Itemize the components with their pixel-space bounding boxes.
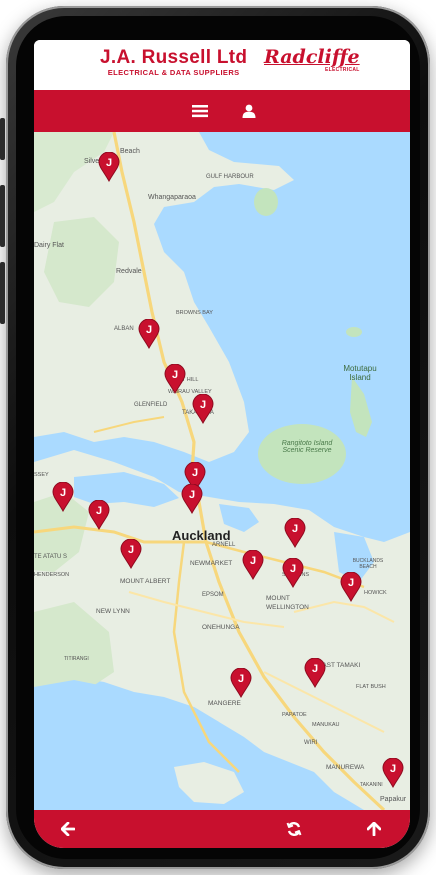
store-location-pin[interactable]: J <box>242 549 264 581</box>
map-label: NEWMARKET <box>190 560 233 567</box>
phone-side-button <box>0 118 5 160</box>
map-label: GLENFIELD <box>134 402 168 408</box>
svg-text:J: J <box>189 489 195 501</box>
map-label: WIRI <box>304 740 318 746</box>
hamburger-menu-icon[interactable] <box>188 99 212 123</box>
map-label: Motutapu Island <box>343 364 377 382</box>
svg-text:J: J <box>128 544 134 556</box>
map-label: MOUNT ALBERT <box>120 578 171 585</box>
store-location-pin[interactable]: J <box>88 499 110 531</box>
svg-text:J: J <box>292 523 298 535</box>
store-location-pin[interactable]: J <box>230 667 252 699</box>
svg-text:J: J <box>192 467 198 479</box>
svg-text:J: J <box>290 563 296 575</box>
map-label: PAPATOE <box>282 712 307 718</box>
ja-russell-logo: J.A. Russell Ltd ELECTRICAL & DATA SUPPL… <box>100 47 248 78</box>
map-label: TITIRANGI <box>64 656 89 662</box>
map-label: Rangitoto Island Scenic Reserve <box>281 440 333 454</box>
store-location-pin[interactable]: J <box>120 538 142 570</box>
brand-primary-name: J.A. Russell Ltd <box>100 47 248 68</box>
app-header: J.A. Russell Ltd ELECTRICAL & DATA SUPPL… <box>34 40 410 92</box>
map-label: ALBAN <box>114 326 134 332</box>
store-location-pin[interactable]: J <box>304 657 326 689</box>
svg-text:J: J <box>172 369 178 381</box>
map-base <box>34 132 410 810</box>
map-label: FLAT BUSH <box>356 684 386 690</box>
map-label: TAKANINI <box>360 782 383 788</box>
store-location-pin[interactable]: J <box>282 557 304 589</box>
top-toolbar <box>34 90 410 132</box>
map-label: ONEHUNGA <box>202 624 240 631</box>
user-icon[interactable] <box>237 99 261 123</box>
svg-text:J: J <box>390 763 396 775</box>
map-label: ARNELL <box>212 542 236 548</box>
map-label: Whangaparaoa <box>148 194 196 201</box>
map-label: Auckland <box>172 528 231 543</box>
map-label: BUCKLANDS BEACH <box>352 558 384 570</box>
map-label: Redvale <box>116 268 142 275</box>
map-label: MANUREWA <box>326 764 365 771</box>
phone-side-button <box>0 262 5 324</box>
map-label: MOUNT WELLINGTON <box>266 595 309 611</box>
store-location-pin[interactable]: J <box>340 571 362 603</box>
app-screen: J.A. Russell Ltd ELECTRICAL & DATA SUPPL… <box>34 40 410 848</box>
arrow-up-icon[interactable] <box>362 817 386 841</box>
map-label: SSEY <box>34 472 49 478</box>
arrow-left-icon[interactable] <box>56 817 80 841</box>
svg-text:J: J <box>106 157 112 169</box>
map-label: HENDERSON <box>34 572 70 578</box>
refresh-icon[interactable] <box>282 817 306 841</box>
map-label: GULF HARBOUR <box>206 174 254 180</box>
map-label: Papakur <box>380 796 407 803</box>
svg-text:J: J <box>60 487 66 499</box>
store-location-pin[interactable]: J <box>164 363 186 395</box>
store-locations-map[interactable]: Beach Silverdale GULF HARBOUR Whangapara… <box>34 132 410 810</box>
phone-side-button <box>0 185 5 247</box>
map-label: NEW LYNN <box>96 608 130 615</box>
store-location-pin[interactable]: J <box>181 483 203 515</box>
map-label: MANUKAU <box>312 722 340 728</box>
svg-text:J: J <box>250 555 256 567</box>
map-label: EPSOM <box>202 592 224 598</box>
bottom-toolbar <box>34 810 410 848</box>
map-label: Beach <box>120 148 140 155</box>
store-location-pin[interactable]: J <box>284 517 306 549</box>
store-location-pin[interactable]: J <box>382 757 404 789</box>
store-location-pin[interactable]: J <box>138 318 160 350</box>
map-label: Dairy Flat <box>34 242 64 249</box>
store-location-pin[interactable]: J <box>98 151 120 183</box>
svg-text:J: J <box>96 505 102 517</box>
brand-primary-tagline: ELECTRICAL & DATA SUPPLIERS <box>107 68 240 77</box>
map-label: BROWNS BAY <box>176 310 213 316</box>
svg-text:J: J <box>348 577 354 589</box>
brand-secondary-name: Radcliffe <box>264 46 360 68</box>
svg-text:J: J <box>146 324 152 336</box>
map-label: TE ATATU S <box>34 554 68 560</box>
store-location-pin[interactable]: J <box>52 481 74 513</box>
svg-text:J: J <box>238 673 244 685</box>
map-label: HOWICK <box>364 590 387 596</box>
radcliffe-logo: Radcliffe ELECTRICAL <box>264 47 360 73</box>
svg-text:J: J <box>200 399 206 411</box>
svg-text:J: J <box>312 663 318 675</box>
map-label: MANGERE <box>208 700 241 707</box>
store-location-pin[interactable]: J <box>192 393 214 425</box>
